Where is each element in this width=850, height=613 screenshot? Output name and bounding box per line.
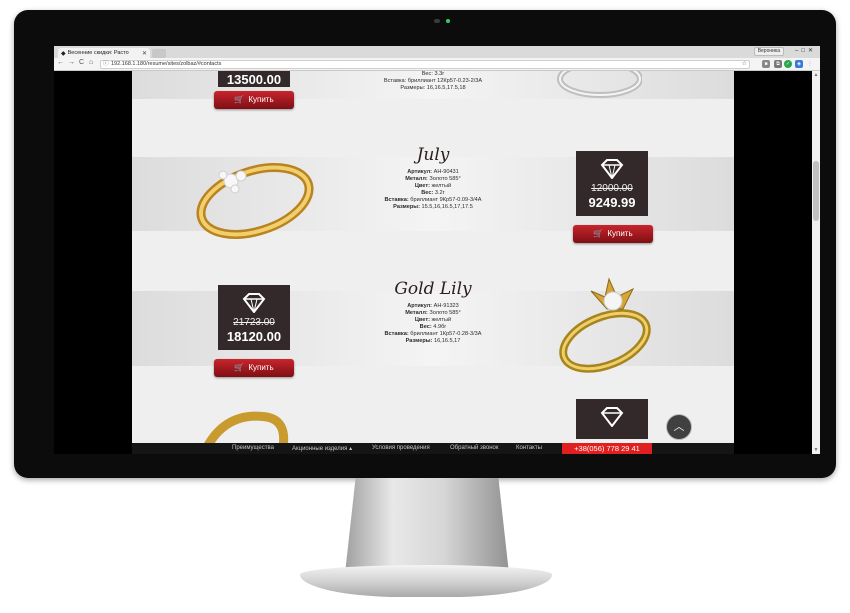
extension-icon[interactable]: ◈ (795, 60, 803, 68)
new-price: 18120.00 (226, 329, 282, 344)
product-info: July Артикул: АН-90431 Металл: Золото 58… (333, 145, 533, 211)
diamond-icon (242, 293, 266, 313)
nav-item-conditions[interactable]: Условия проведения (372, 445, 430, 451)
price-box: 13500.00 (218, 71, 290, 87)
nav-item-callback[interactable]: Обратный звонок (450, 445, 499, 451)
extension-check-icon[interactable]: ✓ (784, 60, 792, 68)
cart-icon: 🛒 (234, 95, 245, 104)
extension-icon[interactable]: ■ (762, 60, 770, 68)
new-price: 9249.99 (588, 195, 636, 210)
webcam-led (446, 19, 450, 23)
spec-line: Металл: Золото 585° (405, 310, 461, 316)
price-box: 21723.00 18120.00 (218, 285, 290, 350)
forward-icon[interactable]: → (68, 59, 75, 66)
monitor-bezel: ◆ Весенние скидки: Расто ✕ Вероника –□✕ … (14, 10, 836, 478)
page-viewport: 13500.00 🛒 Купить Вес: 3.3г Вставка: брил… (54, 71, 812, 454)
nav-item-contacts[interactable]: Контакты (516, 445, 542, 451)
chevron-up-icon: ︿ (673, 421, 685, 433)
spec-line: Артикул: АН-90431 (407, 169, 459, 175)
webcam (434, 19, 440, 23)
nav-item-advantages[interactable]: Преимущества (232, 445, 274, 451)
diamond-icon (600, 159, 624, 179)
price-box (576, 399, 648, 439)
buy-label: Купить (248, 95, 274, 104)
menu-icon[interactable]: ⋮ (806, 60, 814, 68)
scroll-thumb[interactable] (813, 161, 819, 221)
spec-line: Артикул: АН-91323 (407, 303, 459, 309)
cart-icon: 🛒 (234, 363, 245, 372)
spec-line: Размеры: 16,16.5,17.5,18 (400, 85, 466, 91)
nav-item-sale-products[interactable]: Акционные изделия ▴ (292, 445, 352, 452)
bookmark-star-icon[interactable]: ☆ (742, 61, 747, 68)
close-tab-icon[interactable]: ✕ (142, 50, 147, 57)
spec-line: Размеры: 15.5,16,16.5,17,17.5 (393, 204, 473, 210)
monitor-base (300, 565, 552, 597)
browser-toolbar: ← → C ⌂ ⓘ 192.168.1.180/resume/sites/zol… (54, 58, 820, 71)
window-controls[interactable]: –□✕ (795, 47, 816, 54)
phone-number[interactable]: +38(056) 778 29 41 (562, 443, 652, 454)
buy-button[interactable]: 🛒 Купить (214, 359, 294, 377)
tab-title: Весенние скидки: Расто (67, 50, 129, 56)
spec-line: Вес: 3.2г (421, 190, 445, 196)
scroll-up-arrow-icon[interactable]: ▲ (813, 72, 819, 78)
home-icon[interactable]: ⌂ (89, 59, 93, 66)
spec-line: Вес: 3.3г (421, 71, 445, 77)
back-icon[interactable]: ← (57, 59, 64, 66)
scroll-down-arrow-icon[interactable]: ▼ (813, 447, 819, 453)
browser-tab[interactable]: ◆ Весенние скидки: Расто ✕ (58, 48, 150, 58)
buy-button[interactable]: 🛒 Купить (573, 225, 653, 243)
product-name-partial (333, 413, 533, 433)
browser-tabbar: ◆ Весенние скидки: Расто ✕ Вероника –□✕ (54, 46, 820, 58)
new-price: 13500.00 (226, 72, 282, 87)
cart-icon: 🛒 (593, 229, 604, 238)
old-price: 12000.00 (591, 183, 633, 194)
spec-line: Цвет: желтый (414, 317, 452, 323)
buy-label: Купить (248, 363, 274, 372)
spec-line: Вес: 4.9бг (419, 324, 447, 330)
product-info: Gold Lily Артикул: АН-91323 Металл: Золо… (333, 279, 533, 345)
product-page: 13500.00 🛒 Купить Вес: 3.3г Вставка: брил… (132, 71, 734, 454)
screen: ◆ Весенние скидки: Расто ✕ Вероника –□✕ … (54, 46, 820, 454)
new-tab-button[interactable] (152, 49, 166, 58)
spec-line: Цвет: желтый (414, 183, 452, 189)
spec-line: Вставка: бриллиант 9Кр57-0.09-3/4А (384, 197, 482, 203)
profile-button[interactable]: Вероника (753, 47, 784, 56)
scroll-to-top-button[interactable]: ︿ (666, 414, 692, 440)
white-gold-ring-image (557, 71, 642, 98)
product-name: Gold Lily (394, 279, 472, 299)
gold-lily-ring-image (559, 277, 651, 373)
reload-icon[interactable]: C (79, 59, 84, 66)
gold-ring-image (196, 163, 314, 239)
monitor-stand (345, 478, 509, 570)
extension-icon[interactable]: ⧉ (774, 60, 782, 68)
url-text: 192.168.1.180/resume/sites/zolbaz/#conta… (111, 61, 222, 67)
info-icon[interactable]: ⓘ (103, 61, 109, 68)
address-bar[interactable]: ⓘ 192.168.1.180/resume/sites/zolbaz/#con… (100, 60, 750, 69)
diamond-favicon-icon: ◆ (61, 50, 66, 57)
spec-line: Металл: Золото 585° (405, 176, 461, 182)
spec-line: Вставка: бриллиант 1Кр57-0.28-3/3А (384, 331, 482, 337)
buy-button[interactable]: 🛒 Купить (214, 91, 294, 109)
price-box: 12000.00 9249.99 (576, 151, 648, 216)
product-specs: Вес: 3.3г Вставка: бриллиант 12Кр57-0.23… (333, 71, 533, 92)
spec-line: Вставка: бриллиант 12Кр57-0.23-2/3А (383, 78, 483, 84)
product-info (333, 413, 533, 437)
bottom-navigation: Преимущества Акционные изделия ▴ Условия… (132, 443, 734, 454)
old-price: 21723.00 (233, 317, 275, 328)
buy-label: Купить (607, 229, 633, 238)
spec-line: Размеры: 16,16.5,17 (405, 338, 461, 344)
product-name: July (416, 145, 450, 165)
page-scrollbar[interactable]: ▲ ▼ (812, 71, 820, 454)
diamond-icon (600, 407, 624, 427)
